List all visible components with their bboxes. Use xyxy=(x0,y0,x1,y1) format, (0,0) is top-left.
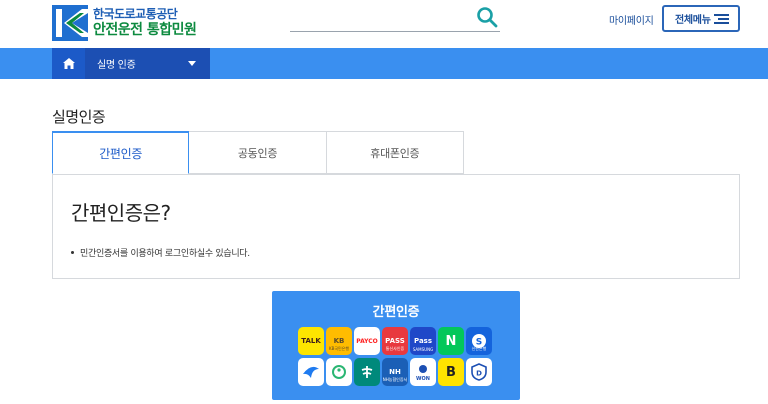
tab-phone-auth[interactable]: 휴대폰인증 xyxy=(326,131,464,174)
bullet-icon xyxy=(71,251,74,254)
svg-text:WON: WON xyxy=(416,376,430,382)
nice-icon xyxy=(326,358,352,386)
logo-org-name: 한국도로교통공단 xyxy=(93,7,178,21)
toss-icon xyxy=(298,358,324,386)
provider-icons-row-2: NH NH농협인증서 WON B D xyxy=(298,358,496,386)
pass-icon: PASS 통신사인증 xyxy=(382,327,408,355)
header: 한국도로교통공단 안전운전 통합민원 마이페이지 전체메뉴 xyxy=(0,0,768,48)
page-title: 실명인증 xyxy=(52,108,106,126)
tab-easy-auth[interactable]: 간편인증 xyxy=(52,131,190,174)
search-icon[interactable] xyxy=(476,6,498,28)
caret-down-icon xyxy=(188,61,196,66)
menu-dropdown-label: 실명 인증 xyxy=(97,60,136,71)
logo-service-name: 안전운전 통합민원 xyxy=(93,22,197,38)
easy-auth-button[interactable]: 간편인증 TALK KB KB국민은행 PAYCO PASS 통신사인증 Pass SAMSU… xyxy=(272,291,520,400)
info-heading: 간편인증은? xyxy=(71,201,171,225)
provider-icons-row-1: TALK KB KB국민은행 PAYCO PASS 통신사인증 Pass SAMSUNG N S 신… xyxy=(298,327,496,355)
svg-text:D: D xyxy=(476,370,482,378)
woori-icon: WON xyxy=(410,358,436,386)
allmenu-label: 전체메뉴 xyxy=(675,15,711,26)
kb-icon: KB KB국민은행 xyxy=(326,327,352,355)
info-bullet: 민간인증서를 이용하여 로그인하실수 있습니다. xyxy=(71,246,250,259)
search-bar xyxy=(290,5,500,32)
home-icon[interactable] xyxy=(52,48,85,79)
menu-dropdown[interactable]: 실명 인증 xyxy=(85,48,210,79)
mypage-link[interactable]: 마이페이지 xyxy=(609,12,654,27)
allmenu-button[interactable]: 전체메뉴 xyxy=(662,5,740,32)
info-bullet-text: 민간인증서를 이용하여 로그인하실수 있습니다. xyxy=(80,249,250,259)
search-input[interactable] xyxy=(290,7,470,29)
nh-icon: NH NH농협인증서 xyxy=(382,358,408,386)
tab-joint-cert[interactable]: 공동인증 xyxy=(189,131,327,174)
easy-auth-title: 간편인증 xyxy=(372,305,420,320)
bank-b-icon: B xyxy=(438,358,464,386)
location-bar: 실명 인증 xyxy=(0,48,768,79)
samsung-pass-icon: Pass SAMSUNG xyxy=(410,327,436,355)
shield-d-icon: D xyxy=(466,358,492,386)
hana-icon xyxy=(354,358,380,386)
koroad-logo-icon xyxy=(52,5,88,41)
site-logo[interactable]: 한국도로교통공단 안전운전 통합민원 xyxy=(52,5,212,41)
kakao-icon: TALK xyxy=(298,327,324,355)
payco-icon: PAYCO xyxy=(354,327,380,355)
naver-icon: N xyxy=(438,327,464,355)
info-panel: 간편인증은? 민간인증서를 이용하여 로그인하실수 있습니다. xyxy=(52,174,740,279)
shinhan-icon: S 신한은행 xyxy=(466,327,492,355)
provider-icons: TALK KB KB국민은행 PAYCO PASS 통신사인증 Pass SAMSUNG N S 신… xyxy=(298,327,496,389)
hamburger-icon xyxy=(714,14,729,24)
auth-tabs: 간편인증 공동인증 휴대폰인증 xyxy=(52,131,464,174)
